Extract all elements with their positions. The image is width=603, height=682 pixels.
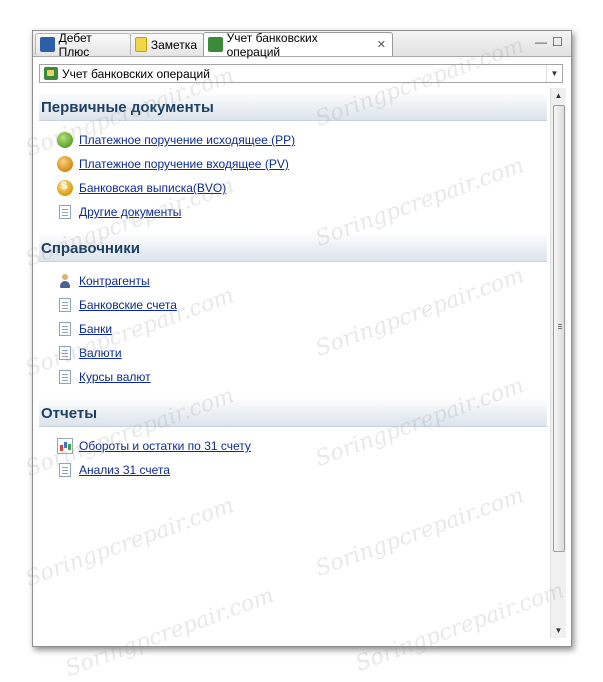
bank-operations-icon — [208, 37, 223, 52]
link-turnover-balances[interactable]: Обороты и остатки по 31 счету — [57, 437, 251, 455]
tab-label: Заметка — [150, 37, 197, 52]
link-label[interactable]: Обороты и остатки по 31 счету — [79, 439, 251, 453]
tab-bank-operations[interactable]: Учет банковских операций ✕ — [203, 30, 393, 59]
link-label[interactable]: Банковская выписка(BVO) — [79, 181, 226, 195]
coin-green-icon — [57, 132, 73, 148]
minimize-button[interactable]: — — [535, 35, 547, 49]
close-icon[interactable]: ✕ — [377, 38, 386, 51]
link-label[interactable]: Банковские счета — [79, 298, 177, 312]
scroll-thumb[interactable] — [553, 105, 565, 552]
document-icon — [59, 463, 71, 477]
document-icon — [59, 205, 71, 219]
scroll-up-icon[interactable]: ▲ — [551, 88, 566, 103]
document-icon — [59, 346, 71, 360]
link-label[interactable]: Платежное поручение исходящее (PP) — [79, 133, 295, 147]
link-label[interactable]: Валюти — [79, 346, 122, 360]
link-label[interactable]: Банки — [79, 322, 112, 336]
operations-selector[interactable]: Учет банковских операций ▼ — [39, 64, 563, 83]
link-other-documents[interactable]: Другие документы — [57, 203, 181, 221]
navigation-panel: Первичные документы Платежное поручение … — [39, 88, 547, 638]
document-icon — [59, 298, 71, 312]
chevron-down-icon[interactable]: ▼ — [546, 65, 562, 82]
document-icon — [59, 322, 71, 336]
selector-value: Учет банковских операций — [62, 66, 210, 81]
warning-note-icon — [135, 37, 147, 52]
section-reports: Отчеты — [39, 397, 547, 427]
link-banks[interactable]: Банки — [57, 320, 112, 338]
tab-note[interactable]: Заметка — [130, 33, 204, 55]
tab-debet-plus[interactable]: Дебет Плюс — [35, 31, 131, 59]
editor-window: Дебет Плюс Заметка Учет банковских опера… — [32, 30, 572, 647]
maximize-button[interactable]: ☐ — [552, 35, 563, 49]
link-bank-accounts[interactable]: Банковские счета — [57, 296, 177, 314]
link-outgoing-payment-order[interactable]: Платежное поручение исходящее (PP) — [57, 131, 295, 149]
section-references: Справочники — [39, 232, 547, 262]
document-icon — [59, 370, 71, 384]
link-label[interactable]: Анализ 31 счета — [79, 463, 170, 477]
section-primary-documents: Первичные документы — [39, 91, 547, 121]
app-icon — [40, 37, 55, 52]
link-currencies[interactable]: Валюти — [57, 344, 122, 362]
bank-operations-icon — [44, 67, 58, 80]
link-counterparties[interactable]: Контрагенты — [57, 272, 150, 290]
tab-label: Учет банковских операций — [226, 30, 318, 59]
link-exchange-rates[interactable]: Курсы валют — [57, 368, 151, 386]
link-label[interactable]: Другие документы — [79, 205, 181, 219]
grip-icon — [558, 324, 562, 325]
tab-label: Дебет Плюс — [58, 30, 92, 59]
dollar-coin-icon — [57, 180, 73, 196]
tab-bar: Дебет Плюс Заметка Учет банковских опера… — [33, 30, 571, 59]
link-incoming-payment-order[interactable]: Платежное поручение входящее (PV) — [57, 155, 289, 173]
bar-chart-icon — [57, 438, 73, 454]
vertical-scrollbar[interactable]: ▲ ▼ — [550, 88, 566, 638]
coin-orange-icon — [57, 156, 73, 172]
scroll-down-icon[interactable]: ▼ — [551, 623, 566, 638]
link-label[interactable]: Контрагенты — [79, 274, 150, 288]
link-bank-statement[interactable]: Банковская выписка(BVO) — [57, 179, 226, 197]
person-icon — [57, 273, 73, 289]
link-label[interactable]: Платежное поручение входящее (PV) — [79, 157, 289, 171]
link-label[interactable]: Курсы валют — [79, 370, 151, 384]
link-account-analysis[interactable]: Анализ 31 счета — [57, 461, 170, 479]
